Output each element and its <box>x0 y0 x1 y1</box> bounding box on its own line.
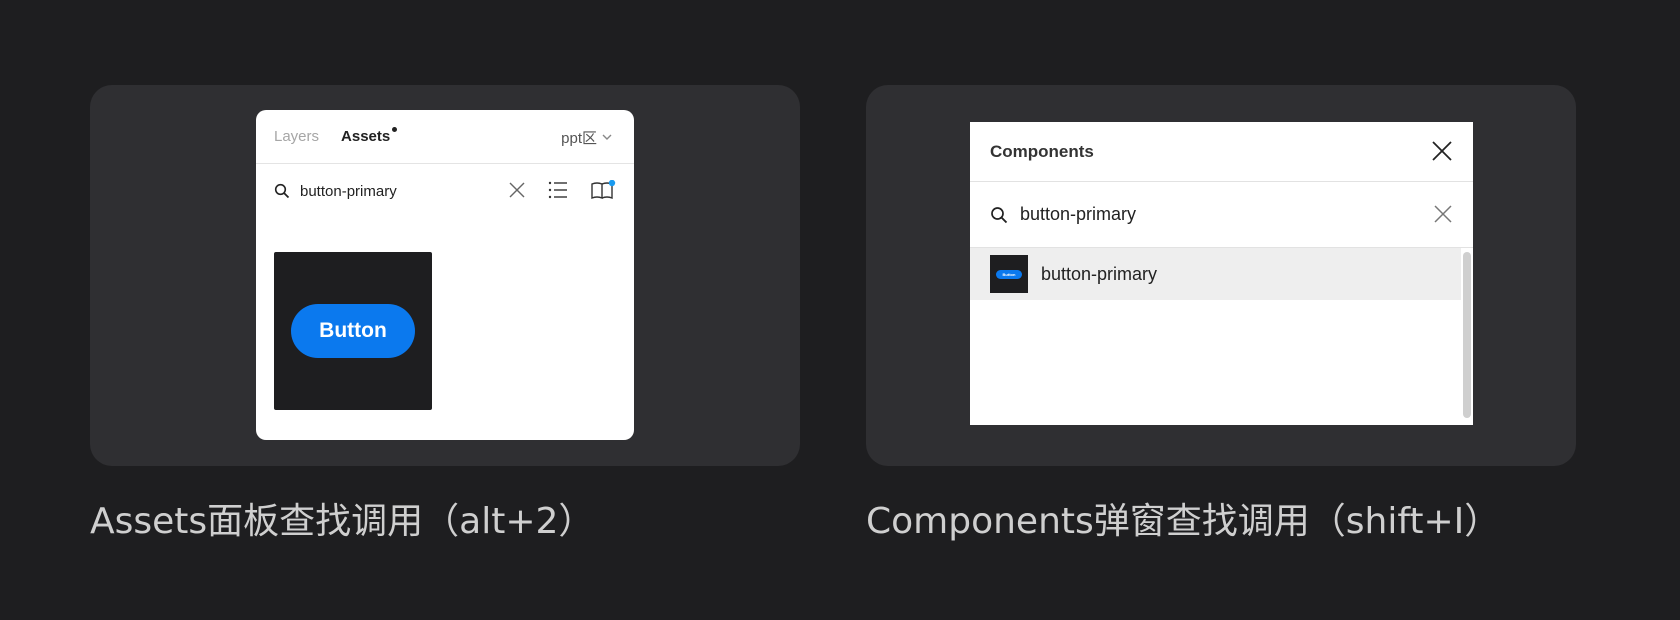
list-item[interactable]: Button button-primary <box>970 248 1461 300</box>
search-actions <box>508 180 616 200</box>
assets-search-bar[interactable]: button-primary <box>256 164 634 218</box>
scrollbar-thumb[interactable] <box>1463 252 1471 418</box>
scrollbar[interactable] <box>1461 248 1473 424</box>
page-selector-label: ppt区 <box>561 130 597 147</box>
search-icon <box>274 183 290 199</box>
team-library-icon[interactable] <box>590 180 616 200</box>
page-selector[interactable]: ppt区 <box>561 127 612 148</box>
panel-tabs: Layers Assets ppt区 <box>256 110 634 164</box>
result-label: button-primary <box>1041 263 1158 284</box>
assets-caption: Assets面板查找调用（alt+2） <box>90 501 595 542</box>
clear-search-icon[interactable] <box>508 181 526 199</box>
list-view-icon[interactable] <box>548 181 568 199</box>
tab-assets-indicator <box>392 127 398 132</box>
dialog-search-input[interactable]: button-primary <box>1020 204 1136 225</box>
component-thumbnail[interactable]: Button <box>274 252 432 410</box>
clear-search-icon[interactable] <box>1433 204 1453 224</box>
button-preview: Button <box>291 304 415 358</box>
assets-panel: Layers Assets ppt区 button-primary Button <box>256 110 634 440</box>
dialog-search-bar[interactable]: button-primary <box>970 182 1473 248</box>
results-list: Button button-primary <box>970 248 1473 424</box>
dialog-header: Components <box>970 122 1473 182</box>
assets-search-input[interactable]: button-primary <box>300 183 397 200</box>
search-icon <box>990 206 1008 224</box>
tab-assets[interactable]: Assets <box>341 127 398 145</box>
chevron-down-icon <box>602 134 612 141</box>
components-caption: Components弹窗查找调用（shift+I） <box>866 501 1501 542</box>
close-icon[interactable] <box>1431 140 1453 162</box>
components-dialog: Components button-primary Button button-… <box>970 122 1473 425</box>
tab-assets-label: Assets <box>341 128 391 145</box>
result-thumbnail: Button <box>990 255 1028 293</box>
tab-layers[interactable]: Layers <box>274 128 319 145</box>
dialog-title: Components <box>990 141 1094 161</box>
mini-button-preview: Button <box>996 269 1022 279</box>
